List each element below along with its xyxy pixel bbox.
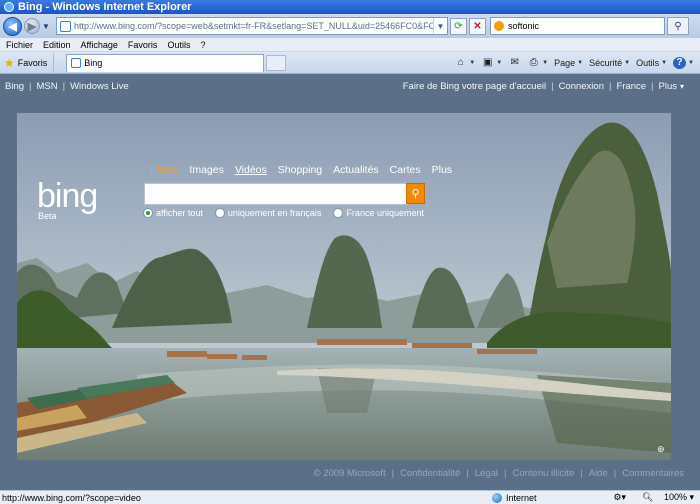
menu-favorites[interactable]: Favoris [128,40,158,50]
image-info-icon[interactable]: ⊛ [657,444,665,455]
status-bar: http://www.bing.com/?scope=video Interne… [0,490,700,504]
live-search-value: softonic [508,21,540,31]
new-tab-button[interactable] [266,54,287,71]
radio-french-label: uniquement en français [227,208,322,218]
menu-view[interactable]: Affichage [81,40,118,50]
radio-selected-icon [143,208,153,218]
region-link[interactable]: France [616,81,646,92]
scope-more[interactable]: Plus [432,164,452,176]
bing-footer: © 2009 Microsoft | Confidentialité | Lég… [313,467,684,479]
radio-unselected-icon [333,208,344,218]
printer-icon: ⎙ [529,57,538,68]
address-field[interactable]: http://www.bing.com/?scope=web&setmkt=fr… [56,17,448,35]
address-value: http://www.bing.com/?scope=web&setmkt=fr… [74,21,433,31]
feedback-link[interactable]: Commentaires [622,468,684,479]
favorites-label: Favoris [17,57,48,68]
search-submit-button[interactable]: ⚲ [406,183,425,204]
menu-bar: Fichier Edition Affichage Favoris Outils… [0,38,700,52]
scope-shopping[interactable]: Shopping [278,164,322,176]
page-favicon-icon [60,20,71,32]
menu-help[interactable]: ? [200,40,205,50]
help-menu[interactable]: ? ▼ [673,56,694,69]
illicit-content-link[interactable]: Contenu illicite [512,468,574,479]
search-provider-icon [494,21,504,31]
refresh-button[interactable]: ⟳ [450,17,467,35]
nav-windows-live-link[interactable]: Windows Live [70,81,129,92]
address-dropdown-button[interactable]: ▼ [433,18,447,34]
set-homepage-link[interactable]: Faire de Bing votre page d'accueil [403,81,546,92]
recent-pages-dropdown[interactable]: ▼ [42,22,52,31]
rss-icon: ▣ [482,57,493,68]
live-search-field[interactable]: softonic [490,17,665,35]
tab-favicon-icon [71,58,82,68]
status-url: http://www.bing.com/?scope=video [2,492,141,503]
privacy-link[interactable]: Confidentialité [400,468,460,479]
zone-label: Internet [506,492,537,503]
radio-france-only[interactable]: France uniquement [333,208,424,218]
copyright-text: © 2009 Microsoft [313,467,386,479]
stop-button[interactable]: ✕ [469,17,486,35]
nav-msn-link[interactable]: MSN [36,81,57,92]
scope-videos[interactable]: Vidéos [235,164,267,176]
radio-unselected-icon [214,208,225,218]
magnifier-icon: ⚲ [411,188,420,200]
scope-maps[interactable]: Cartes [390,164,421,176]
more-arrow-icon: ▾ [679,81,684,91]
globe-icon [492,492,502,503]
scope-images[interactable]: Images [189,164,223,176]
address-toolbar: ◀ ▶ ▼ http://www.bing.com/?scope=web&set… [0,14,700,38]
mail-button[interactable]: ✉ [508,57,521,69]
scope-news[interactable]: Actualités [333,164,379,176]
protected-mode-icon[interactable]: ⚙▾ [613,492,626,503]
tools-menu[interactable]: Outils ▼ [636,58,667,68]
tab-bar: ★ Favoris Bing ⌂ ▼ ▣ ▼ ✉ ⎙ ▼ Page ▼ Sécurité… [0,52,700,74]
radio-french-only[interactable]: uniquement en français [214,208,322,218]
menu-tools[interactable]: Outils [167,40,190,50]
legal-link[interactable]: Légal [475,468,498,479]
signin-link[interactable]: Connexion [559,81,604,92]
print-button[interactable]: ⎙ ▼ [527,57,548,69]
tab-title: Bing [84,58,103,68]
back-button[interactable]: ◀ [3,16,22,36]
security-menu[interactable]: Sécurité ▼ [589,58,630,68]
home-icon: ⌂ [457,57,464,68]
ie-logo-icon [4,2,14,12]
scope-web[interactable]: Web [151,164,178,176]
feeds-button[interactable]: ▣ ▼ [481,57,502,69]
help-icon: ? [673,56,687,69]
command-bar: ⌂ ▼ ▣ ▼ ✉ ⎙ ▼ Page ▼ Sécurité ▼ Outils ▼ ? ▼ [448,56,700,69]
bing-top-nav: Bing | MSN | Windows Live Faire de Bing … [5,80,684,92]
mail-icon: ✉ [510,57,519,68]
forward-button[interactable]: ▶ [24,18,40,34]
bing-search-input[interactable] [144,183,408,205]
page-menu[interactable]: Page ▼ [554,58,583,68]
zoom-value: 100% [663,492,687,502]
window-title: Bing - Windows Internet Explorer [18,1,192,13]
search-scopes: Web Images Vidéos Shopping Actualités Ca… [151,164,463,176]
zoom-control[interactable]: 🔍︎ 100% ▾ [634,492,694,503]
favorites-button[interactable]: ★ Favoris [0,52,55,73]
home-button[interactable]: ⌂ ▼ [454,57,475,69]
homepage-background-image: bing Beta Web Images Vidéos Shopping Act… [17,113,671,460]
search-go-button[interactable]: ⚲ [667,17,689,35]
radio-all[interactable]: afficher tout [143,208,203,218]
beta-label: Beta [38,211,57,221]
menu-edit[interactable]: Edition [43,40,71,50]
radio-all-label: afficher tout [156,208,203,218]
page-content: Bing | MSN | Windows Live Faire de Bing … [0,75,700,490]
security-zone[interactable]: Internet [492,492,537,503]
nav-bing-link[interactable]: Bing [5,81,24,92]
more-link[interactable]: Plus [659,81,677,92]
window-titlebar: Bing - Windows Internet Explorer [0,0,700,14]
radio-france-label: France uniquement [346,208,424,218]
tab-bing[interactable]: Bing [66,53,265,72]
star-icon: ★ [4,55,15,70]
zoom-icon: 🔍︎ [641,492,654,502]
help-link[interactable]: Aide [589,468,608,479]
menu-file[interactable]: Fichier [6,40,33,50]
language-filter: afficher tout uniquement en français Fra… [143,208,436,218]
